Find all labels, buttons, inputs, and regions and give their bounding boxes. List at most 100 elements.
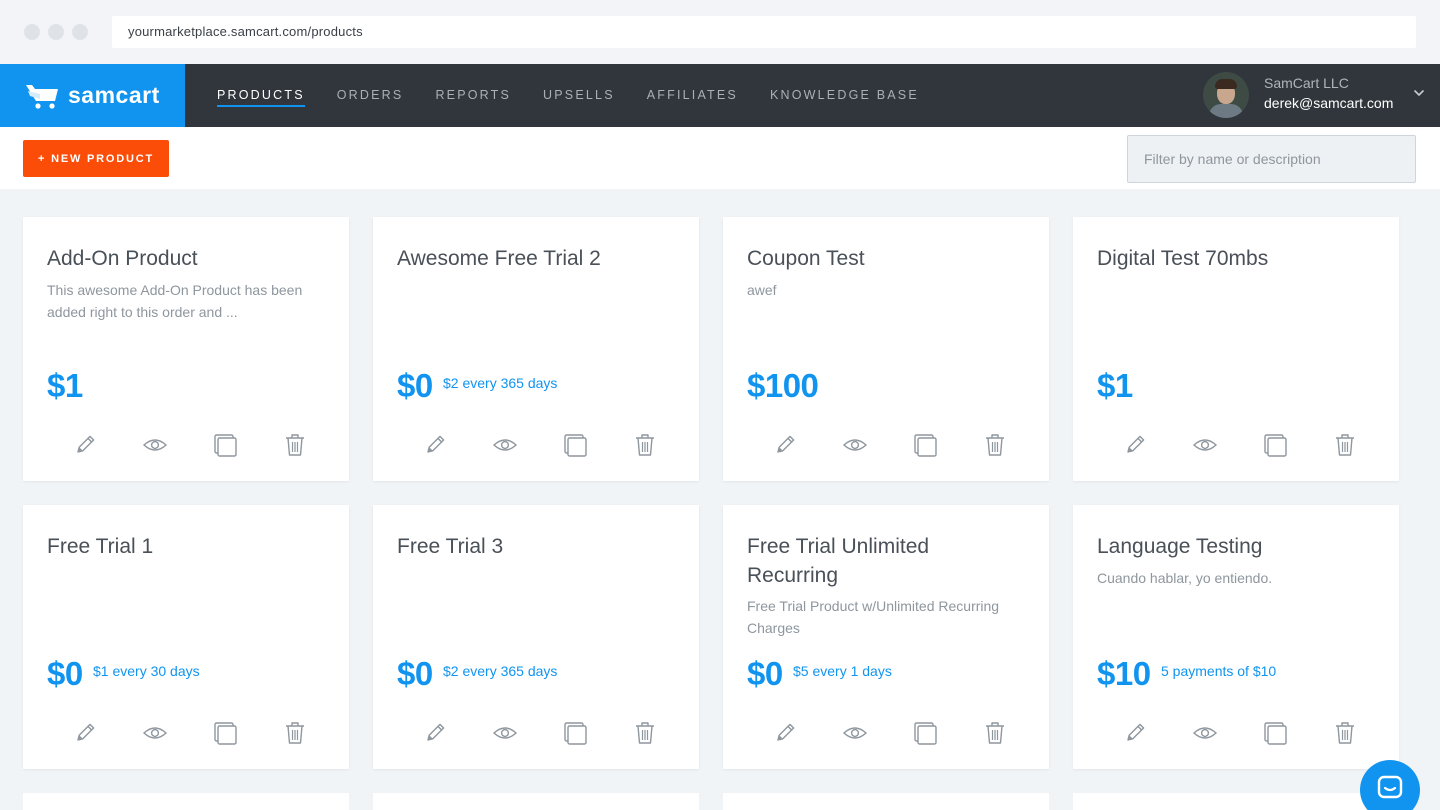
copy-icon[interactable] <box>211 431 239 459</box>
product-actions <box>71 431 311 459</box>
pencil-icon[interactable] <box>71 719 99 747</box>
product-card-partial <box>1073 793 1399 810</box>
window-minimize-dot[interactable] <box>48 24 64 40</box>
product-recurring: $5 every 1 days <box>793 663 892 679</box>
product-recurring: $2 every 365 days <box>443 663 558 679</box>
trash-icon[interactable] <box>1331 719 1359 747</box>
product-card[interactable]: Awesome Free Trial 2 $0 $2 every 365 days <box>373 217 699 481</box>
product-actions <box>1121 719 1361 747</box>
pencil-icon[interactable] <box>421 719 449 747</box>
eye-icon[interactable] <box>491 431 519 459</box>
product-price: $0 <box>47 655 83 692</box>
nav-item-reports[interactable]: REPORTS <box>435 64 511 127</box>
account-name: SamCart LLC <box>1264 75 1349 91</box>
chevron-down-icon[interactable] <box>1412 86 1426 100</box>
pencil-icon[interactable] <box>421 431 449 459</box>
chat-launcher-button[interactable] <box>1360 760 1420 810</box>
eye-icon[interactable] <box>1191 719 1219 747</box>
product-actions <box>1121 431 1361 459</box>
eye-icon[interactable] <box>141 431 169 459</box>
product-description: Cuando hablar, yo entiendo. <box>1097 570 1273 586</box>
product-card[interactable]: Digital Test 70mbs $1 <box>1073 217 1399 481</box>
product-card[interactable]: Coupon Test awef $100 <box>723 217 1049 481</box>
product-title[interactable]: Add-On Product <box>47 244 317 273</box>
nav-item-orders[interactable]: ORDERS <box>337 64 404 127</box>
window-close-dot[interactable] <box>24 24 40 40</box>
pencil-icon[interactable] <box>71 431 99 459</box>
product-price: $0 <box>397 655 433 692</box>
trash-icon[interactable] <box>281 719 309 747</box>
product-price: $1 <box>47 367 83 404</box>
account-menu[interactable]: SamCart LLC derek@samcart.com <box>1200 64 1440 127</box>
window-maximize-dot[interactable] <box>72 24 88 40</box>
product-card-partial <box>373 793 699 810</box>
product-title[interactable]: Language Testing <box>1097 532 1367 561</box>
copy-icon[interactable] <box>911 719 939 747</box>
product-actions <box>71 719 311 747</box>
nav-item-upsells[interactable]: UPSELLS <box>543 64 615 127</box>
nav-menu: PRODUCTS ORDERS REPORTS UPSELLS AFFILIATES KN… <box>217 64 951 127</box>
product-recurring: $2 every 365 days <box>443 375 558 391</box>
copy-icon[interactable] <box>561 719 589 747</box>
address-bar[interactable]: yourmarketplace.samcart.com/products <box>112 16 1416 48</box>
nav-item-knowledge-base[interactable]: KNOWLEDGE BASE <box>770 64 919 127</box>
account-email: derek@samcart.com <box>1264 95 1394 111</box>
product-description: This awesome Add-On Product has been add… <box>47 282 303 320</box>
product-card-partial <box>23 793 349 810</box>
trash-icon[interactable] <box>981 719 1009 747</box>
product-card[interactable]: Free Trial Unlimited Recurring Free Trial… <box>723 505 1049 769</box>
product-recurring: 5 payments of $10 <box>1161 663 1277 679</box>
product-actions <box>771 719 1011 747</box>
product-title[interactable]: Awesome Free Trial 2 <box>397 244 667 273</box>
new-product-button[interactable]: + NEW PRODUCT <box>23 140 169 177</box>
pencil-icon[interactable] <box>1121 431 1149 459</box>
product-actions <box>421 719 661 747</box>
product-card[interactable]: Free Trial 1 $0 $1 every 30 days <box>23 505 349 769</box>
product-card[interactable]: Language Testing Cuando hablar, yo entien… <box>1073 505 1399 769</box>
top-nav: samcart PRODUCTS ORDERS REPORTS UPSELLS AFFI… <box>0 64 1440 127</box>
product-price: $0 <box>747 655 783 692</box>
product-title[interactable]: Digital Test 70mbs <box>1097 244 1367 273</box>
brand-logo-link[interactable]: samcart <box>0 64 185 127</box>
pencil-icon[interactable] <box>771 719 799 747</box>
copy-icon[interactable] <box>561 431 589 459</box>
copy-icon[interactable] <box>1261 719 1289 747</box>
product-description: awef <box>747 282 777 298</box>
product-card-partial <box>723 793 1049 810</box>
product-card[interactable]: Free Trial 3 $0 $2 every 365 days <box>373 505 699 769</box>
trash-icon[interactable] <box>981 431 1009 459</box>
product-title[interactable]: Free Trial 1 <box>47 532 317 561</box>
products-toolbar: + NEW PRODUCT <box>0 127 1440 189</box>
cart-logo-icon <box>26 84 58 109</box>
brand-name: samcart <box>68 82 160 108</box>
filter-input[interactable] <box>1127 135 1416 183</box>
eye-icon[interactable] <box>841 719 869 747</box>
nav-item-products[interactable]: PRODUCTS <box>217 64 305 127</box>
trash-icon[interactable] <box>631 719 659 747</box>
browser-chrome: yourmarketplace.samcart.com/products <box>0 0 1440 64</box>
eye-icon[interactable] <box>141 719 169 747</box>
trash-icon[interactable] <box>1331 431 1359 459</box>
avatar[interactable] <box>1203 72 1249 118</box>
product-title[interactable]: Free Trial 3 <box>397 532 667 561</box>
product-recurring: $1 every 30 days <box>93 663 200 679</box>
copy-icon[interactable] <box>1261 431 1289 459</box>
copy-icon[interactable] <box>211 719 239 747</box>
copy-icon[interactable] <box>911 431 939 459</box>
trash-icon[interactable] <box>631 431 659 459</box>
trash-icon[interactable] <box>281 431 309 459</box>
product-price: $100 <box>747 367 819 404</box>
product-price: $10 <box>1097 655 1151 692</box>
pencil-icon[interactable] <box>1121 719 1149 747</box>
nav-item-affiliates[interactable]: AFFILIATES <box>647 64 738 127</box>
product-title[interactable]: Free Trial Unlimited Recurring <box>747 532 1017 590</box>
eye-icon[interactable] <box>1191 431 1219 459</box>
product-description: Free Trial Product w/Unlimited Recurring… <box>747 598 1000 636</box>
eye-icon[interactable] <box>841 431 869 459</box>
product-card[interactable]: Add-On Product This awesome Add-On Produc… <box>23 217 349 481</box>
product-price: $1 <box>1097 367 1133 404</box>
product-actions <box>421 431 661 459</box>
pencil-icon[interactable] <box>771 431 799 459</box>
product-title[interactable]: Coupon Test <box>747 244 1017 273</box>
eye-icon[interactable] <box>491 719 519 747</box>
